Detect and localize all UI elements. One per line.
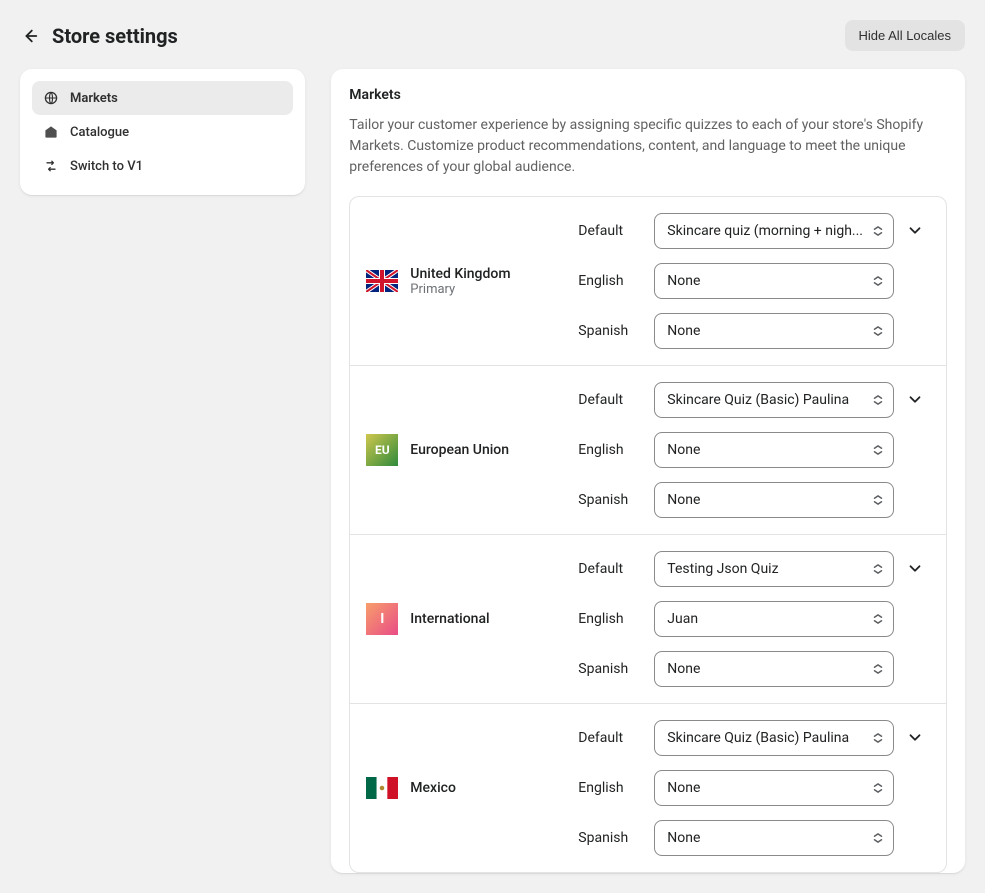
markets-table: United Kingdom Primary Default Skincare …: [349, 196, 947, 873]
select-caret-icon: [871, 493, 885, 507]
locale-label-english: English: [578, 780, 640, 796]
quiz-select-spanish[interactable]: None: [654, 820, 894, 856]
page-title: Store settings: [52, 24, 178, 48]
select-value: Skincare Quiz (Basic) Paulina: [667, 392, 863, 408]
select-caret-icon: [871, 781, 885, 795]
main-panel: Markets Tailor your customer experience …: [331, 69, 965, 873]
select-value: Testing Json Quiz: [667, 561, 863, 577]
locale-label-english: English: [578, 273, 640, 289]
locale-label-spanish: Spanish: [578, 492, 640, 508]
select-caret-icon: [871, 324, 885, 338]
locale-label-default: Default: [578, 730, 640, 746]
select-value: None: [667, 830, 863, 846]
market-row: I International Default Testing Json Qui…: [350, 535, 946, 704]
market-name: International: [410, 611, 489, 627]
select-caret-icon: [871, 562, 885, 576]
locale-label-spanish: Spanish: [578, 323, 640, 339]
select-caret-icon: [871, 831, 885, 845]
select-value: None: [667, 323, 863, 339]
select-value: None: [667, 492, 863, 508]
select-value: Skincare quiz (morning + nigh...: [667, 223, 863, 239]
chevron-down-icon: [906, 390, 924, 408]
quiz-select-english[interactable]: Juan: [654, 601, 894, 637]
locale-label-default: Default: [578, 223, 640, 239]
sidebar-item-switch-v1[interactable]: Switch to V1: [32, 149, 293, 183]
select-value: Skincare Quiz (Basic) Paulina: [667, 730, 863, 746]
sidebar-item-label: Switch to V1: [70, 159, 143, 174]
collapse-toggle[interactable]: [906, 559, 924, 577]
flag-international-icon: I: [366, 603, 398, 635]
select-value: None: [667, 780, 863, 796]
quiz-select-default[interactable]: Skincare Quiz (Basic) Paulina: [654, 382, 894, 418]
switch-icon: [42, 157, 60, 175]
quiz-select-default[interactable]: Skincare Quiz (Basic) Paulina: [654, 720, 894, 756]
market-name: United Kingdom: [410, 266, 510, 282]
select-caret-icon: [871, 393, 885, 407]
sidebar-item-label: Catalogue: [70, 125, 129, 140]
select-value: None: [667, 273, 863, 289]
locale-label-spanish: Spanish: [578, 830, 640, 846]
flag-uk-icon: [366, 265, 398, 297]
tag-icon: [42, 123, 60, 141]
sidebar-item-catalogue[interactable]: Catalogue: [32, 115, 293, 149]
select-caret-icon: [871, 731, 885, 745]
collapse-toggle[interactable]: [906, 221, 924, 239]
locale-label-english: English: [578, 611, 640, 627]
sidebar: Markets Catalogue Switch to V1: [20, 69, 305, 195]
market-row: United Kingdom Primary Default Skincare …: [350, 197, 946, 366]
locale-label-english: English: [578, 442, 640, 458]
quiz-select-spanish[interactable]: None: [654, 651, 894, 687]
collapse-toggle[interactable]: [906, 728, 924, 746]
quiz-select-spanish[interactable]: None: [654, 482, 894, 518]
quiz-select-english[interactable]: None: [654, 263, 894, 299]
quiz-select-default[interactable]: Skincare quiz (morning + nigh...: [654, 213, 894, 249]
section-description: Tailor your customer experience by assig…: [349, 115, 947, 178]
collapse-toggle[interactable]: [906, 390, 924, 408]
quiz-select-default[interactable]: Testing Json Quiz: [654, 551, 894, 587]
select-caret-icon: [871, 224, 885, 238]
chevron-down-icon: [906, 559, 924, 577]
select-caret-icon: [871, 274, 885, 288]
section-title: Markets: [349, 87, 947, 103]
quiz-select-spanish[interactable]: None: [654, 313, 894, 349]
back-button[interactable]: [20, 26, 40, 46]
select-caret-icon: [871, 443, 885, 457]
quiz-select-english[interactable]: None: [654, 770, 894, 806]
select-value: None: [667, 442, 863, 458]
select-caret-icon: [871, 612, 885, 626]
market-name: Mexico: [410, 780, 456, 796]
locale-label-default: Default: [578, 392, 640, 408]
market-name: European Union: [410, 442, 509, 458]
chevron-down-icon: [906, 221, 924, 239]
sidebar-item-label: Markets: [70, 91, 118, 106]
locale-label-default: Default: [578, 561, 640, 577]
quiz-select-english[interactable]: None: [654, 432, 894, 468]
select-value: Juan: [667, 611, 863, 627]
globe-icon: [42, 89, 60, 107]
flag-eu-icon: EU: [366, 434, 398, 466]
hide-all-locales-button[interactable]: Hide All Locales: [845, 20, 966, 51]
market-row: EU European Union Default Skincare Quiz …: [350, 366, 946, 535]
sidebar-item-markets[interactable]: Markets: [32, 81, 293, 115]
locale-label-spanish: Spanish: [578, 661, 640, 677]
market-row: Mexico Default Skincare Quiz (Basic) Pau…: [350, 704, 946, 872]
select-caret-icon: [871, 662, 885, 676]
arrow-left-icon: [21, 27, 39, 45]
select-value: None: [667, 661, 863, 677]
market-subname: Primary: [410, 282, 510, 297]
flag-mexico-icon: [366, 772, 398, 804]
chevron-down-icon: [906, 728, 924, 746]
